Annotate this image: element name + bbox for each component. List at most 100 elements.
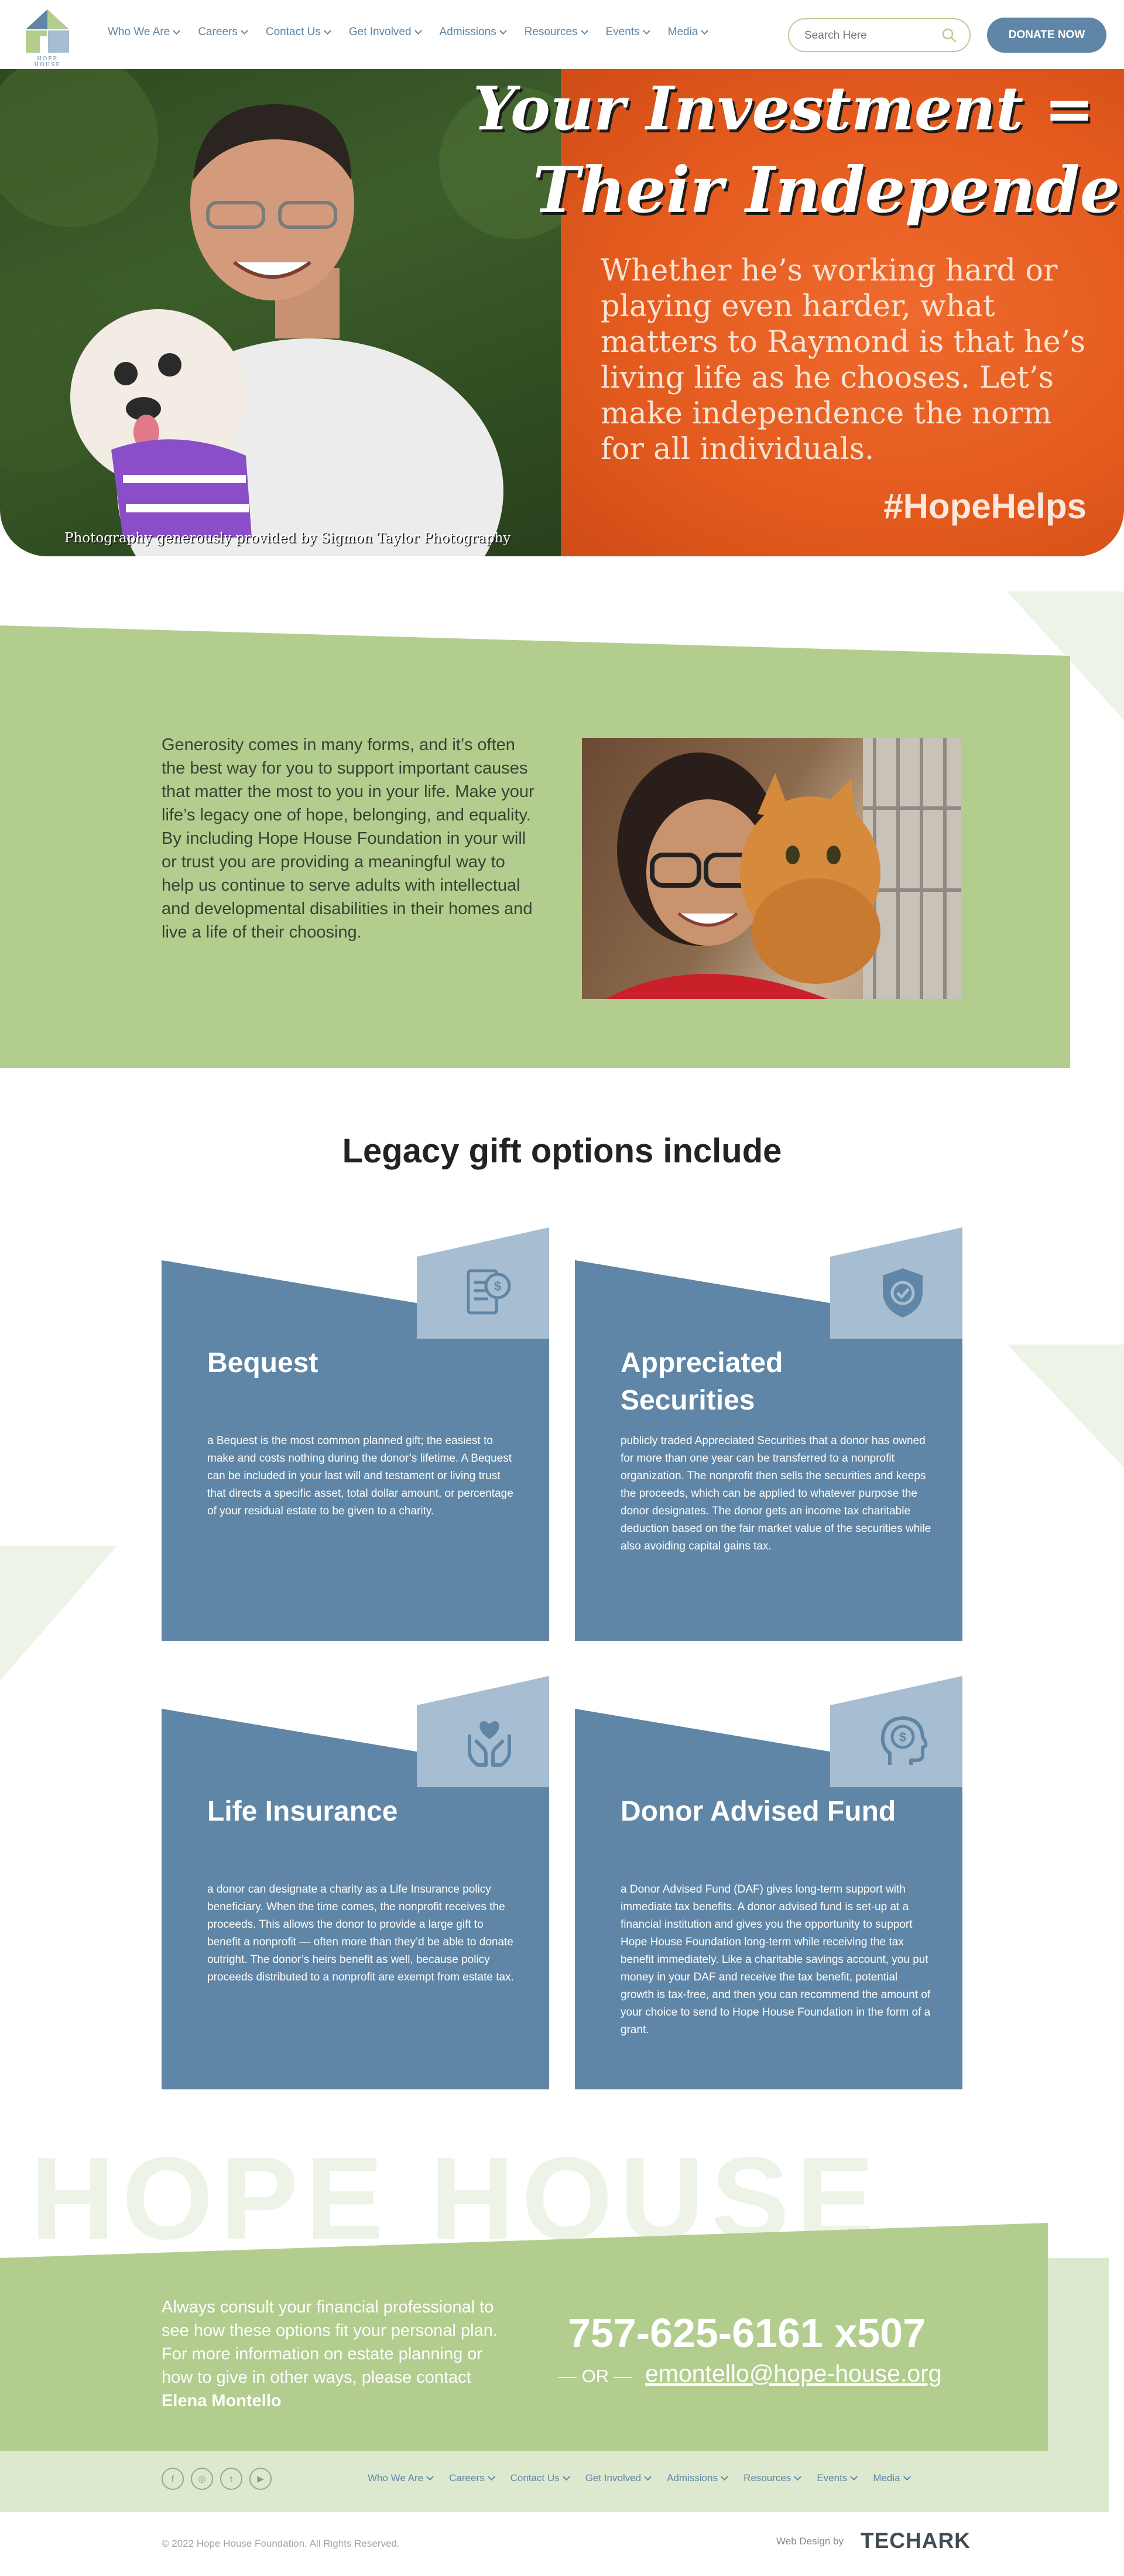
- social-links: f ◎ t ▶: [162, 2468, 272, 2490]
- photo-credit: Photography generously provided by Sigmo…: [64, 531, 511, 546]
- nav-item-careers[interactable]: Careers: [198, 26, 248, 39]
- contact-email-link[interactable]: emontello@hope-house.org: [645, 2360, 942, 2387]
- head-dollar-icon: $: [880, 1716, 927, 1765]
- hero-banner: Your Investment = Their Independence Whe…: [0, 69, 1124, 556]
- nav-label: Media: [667, 26, 698, 38]
- main-nav: Who We Are Careers Contact Us Get Involv…: [108, 26, 726, 39]
- footer-nav-get-involved[interactable]: Get Involved: [585, 2472, 652, 2484]
- footer-nav-careers[interactable]: Careers: [449, 2472, 495, 2484]
- nav-label: Events: [817, 2472, 848, 2483]
- nav-item-who-we-are[interactable]: Who We Are: [108, 26, 181, 39]
- chevron-down-icon: [562, 2472, 570, 2481]
- contact-paragraph-text: Always consult your financial profession…: [162, 2298, 498, 2387]
- svg-text:$: $: [494, 1279, 501, 1294]
- facebook-icon[interactable]: f: [162, 2468, 184, 2490]
- svg-text:$: $: [899, 1730, 906, 1744]
- nav-label: Get Involved: [348, 26, 412, 38]
- youtube-icon[interactable]: ▶: [249, 2468, 272, 2490]
- chevron-down-icon: [903, 2472, 911, 2481]
- hero-title-line2: Their Independence: [533, 153, 1124, 227]
- chevron-down-icon: [580, 26, 588, 35]
- footer-nav-contact-us[interactable]: Contact Us: [510, 2472, 570, 2484]
- intro-photo-illustration: [605, 738, 961, 999]
- nav-label: Resources: [524, 26, 578, 38]
- chevron-down-icon: [241, 26, 248, 35]
- legacy-card-title: Appreciated Securities: [621, 1347, 783, 1416]
- copyright-text: © 2022 Hope House Foundation. All Rights…: [162, 2538, 400, 2549]
- hands-heart-icon: [468, 1721, 511, 1767]
- nav-label: Resources: [743, 2472, 791, 2483]
- nav-label: Media: [873, 2472, 900, 2483]
- legacy-card-text: a donor can designate a charity as a Lif…: [207, 1883, 514, 1983]
- footer-nav-admissions[interactable]: Admissions: [667, 2472, 728, 2484]
- chevron-down-icon: [794, 2472, 802, 2481]
- footer-nav-media[interactable]: Media: [873, 2472, 911, 2484]
- footer-nav-who-we-are[interactable]: Who We Are: [368, 2472, 434, 2484]
- nav-label: Who We Are: [368, 2472, 424, 2483]
- chevron-down-icon: [499, 26, 507, 35]
- nav-label: Admissions: [439, 26, 496, 38]
- chevron-down-icon: [721, 2472, 728, 2481]
- chevron-down-icon: [644, 2472, 652, 2481]
- nav-item-admissions[interactable]: Admissions: [439, 26, 507, 39]
- chevron-down-icon: [324, 26, 331, 35]
- legacy-card-icon-box: $: [417, 1227, 549, 1339]
- chevron-down-icon: [426, 2472, 434, 2481]
- bequest-document-icon: $: [467, 1269, 511, 1315]
- chevron-down-icon: [850, 2472, 858, 2481]
- donate-now-button[interactable]: DONATE NOW: [987, 18, 1106, 53]
- nav-label: Careers: [449, 2472, 485, 2483]
- intro-photo-woman-with-cat: [582, 738, 961, 999]
- legacy-section-title: Legacy gift options include: [342, 1132, 782, 1170]
- legacy-card-icon-box: $: [830, 1676, 962, 1787]
- nav-label: Events: [605, 26, 640, 38]
- hero-hashtag: #HopeHelps: [883, 487, 1087, 526]
- chevron-down-icon: [414, 26, 422, 35]
- hope-house-logo[interactable]: HOPE HOUSE: [22, 6, 73, 68]
- logo-wordmark: HOPE HOUSE: [34, 56, 61, 68]
- nav-label: Contact Us: [265, 26, 321, 38]
- legacy-card-text: a Bequest is the most common planned gif…: [207, 1435, 513, 1517]
- nav-label: Get Involved: [585, 2472, 642, 2483]
- legacy-card-icon-box: [830, 1227, 962, 1339]
- nav-label: Who We Are: [108, 26, 170, 38]
- contact-phone[interactable]: 757-625-6161 x507: [568, 2310, 926, 2356]
- nav-item-events[interactable]: Events: [605, 26, 650, 39]
- legacy-card-icon-box: [417, 1676, 549, 1787]
- search-box: [788, 18, 971, 52]
- instagram-icon[interactable]: ◎: [191, 2468, 213, 2490]
- footer-nav: Who We Are Careers Contact Us Get Involv…: [368, 2472, 926, 2484]
- web-design-credit-label: Web Design by: [776, 2536, 844, 2547]
- legacy-card-title: Bequest: [207, 1347, 318, 1378]
- chevron-down-icon: [487, 2472, 495, 2481]
- hero-title-line1: Your Investment =: [473, 74, 1095, 144]
- contact-person-name: Elena Montello: [162, 2392, 282, 2410]
- decorative-triangle: [1007, 1345, 1124, 1467]
- legacy-card-title: Donor Advised Fund: [621, 1796, 896, 1827]
- legacy-card-text: a Donor Advised Fund (DAF) gives long-te…: [621, 1883, 931, 2036]
- legacy-card-title: Life Insurance: [207, 1796, 398, 1827]
- hero-body-text: Whether he’s working hard or playing eve…: [601, 254, 1086, 467]
- footer-nav-events[interactable]: Events: [817, 2472, 858, 2484]
- twitter-icon[interactable]: t: [220, 2468, 242, 2490]
- or-separator: — OR —: [558, 2366, 632, 2386]
- footer-nav-resources[interactable]: Resources: [743, 2472, 802, 2484]
- chevron-down-icon: [173, 26, 181, 35]
- legacy-card-text: publicly traded Appreciated Securities t…: [621, 1435, 931, 1552]
- intro-paragraph: Generosity comes in many forms, and it’s…: [162, 735, 534, 942]
- nav-item-resources[interactable]: Resources: [524, 26, 588, 39]
- house-logo-icon: [26, 9, 69, 53]
- nav-item-contact-us[interactable]: Contact Us: [265, 26, 331, 39]
- site-header: HOPE HOUSE Who We Are Careers Contact Us…: [0, 0, 1124, 69]
- nav-label: Contact Us: [510, 2472, 560, 2483]
- search-input[interactable]: [804, 28, 933, 44]
- nav-item-media[interactable]: Media: [667, 26, 709, 39]
- contact-paragraph: Always consult your financial profession…: [162, 2296, 513, 2413]
- chevron-down-icon: [701, 26, 709, 35]
- nav-item-get-involved[interactable]: Get Involved: [348, 26, 422, 39]
- techark-logo[interactable]: TECHARK: [861, 2529, 971, 2553]
- search-icon[interactable]: [941, 28, 957, 43]
- chevron-down-icon: [642, 26, 650, 35]
- nav-label: Careers: [198, 26, 238, 38]
- nav-label: Admissions: [667, 2472, 718, 2483]
